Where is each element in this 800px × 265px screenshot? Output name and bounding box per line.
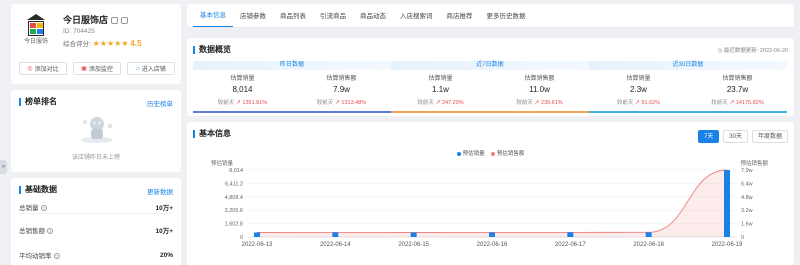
- x-tick-label: 2022-06-19: [712, 242, 743, 248]
- shop-rating: 综合评分: ★★★★★ 4.5: [63, 39, 142, 48]
- left-panel: 今日服饰 今日服饰店 ID: 704425 综合评分: ★★★★★ 4.5 ◎ 添…: [11, 4, 181, 265]
- shop-logo: 今日服饰: [21, 14, 51, 48]
- rating-value: 4.5: [130, 39, 142, 48]
- overview-title: 数据概览: [193, 44, 231, 55]
- amount-line: [256, 169, 728, 233]
- sales-bar: [567, 232, 574, 237]
- main-tabs: 基本信息 店铺参数 商品列表 引流商品 商品动态 入店搜索词 商店推荐 更多历史…: [187, 4, 794, 28]
- last-update-text: ◷ 最近数据更新: 2022-06-20: [717, 47, 788, 54]
- y2-tick-label: 6.4w: [741, 181, 753, 187]
- enter-store-button[interactable]: ⌂ 进入店铺: [127, 62, 175, 75]
- sales-bar: [332, 232, 339, 237]
- sales-chart: 0 0 1,602.8 1.6w 3,205.6 3.2w 4,808.4 4.8w 6,411…: [225, 168, 753, 248]
- y-tick-label: 6,411.2: [225, 181, 243, 187]
- trend-up-icon: ↗: [334, 100, 340, 106]
- sales-bar: [645, 232, 652, 237]
- metric-sales: 估算销量 2.3w 较前天 ↗ 51.62%: [616, 76, 661, 106]
- y-tick-label: 8,014: [229, 168, 243, 174]
- shop-logo-text: 今日服饰: [23, 39, 48, 45]
- period-underline: [589, 111, 787, 113]
- sales-bar: [254, 232, 260, 237]
- help-icon[interactable]: ?: [40, 204, 47, 211]
- x-tick-label: 2022-06-17: [555, 242, 586, 248]
- x-tick-label: 2022-06-18: [633, 242, 664, 248]
- metric-amount: 估算销售额 11.0w 较前天 ↗ 239.61%: [516, 76, 563, 106]
- tab-history-data[interactable]: 更多历史数据: [480, 10, 533, 27]
- period-30days: 近30日数据 估算销量 2.3w 较前天 ↗ 51.62% 估算销售额 23.7…: [589, 61, 787, 113]
- shop-name: 今日服饰店: [63, 13, 129, 26]
- x-tick-label: 2022-06-16: [477, 242, 508, 248]
- metric-amount: 估算销售额 23.7w 较前天 ↗ 14175.82%: [711, 76, 764, 106]
- tab-search-keywords[interactable]: 入店搜索词: [393, 10, 440, 27]
- shop-id: ID: 704425: [63, 28, 95, 35]
- sales-bar: [410, 232, 417, 237]
- metric-sales: 估算销量 8,014 较前天 ↗ 1351.81%: [217, 76, 268, 106]
- store-icon: ⌂: [136, 65, 140, 72]
- trend-up-icon: ↗: [235, 100, 241, 106]
- main-panel: 基本信息 店铺参数 商品列表 引流商品 商品动态 入店搜索词 商店推荐 更多历史…: [187, 4, 794, 265]
- y2-tick-label: 3.2w: [741, 208, 753, 214]
- x-tick-label: 2022-06-15: [398, 242, 429, 248]
- copy-icon[interactable]: [111, 17, 119, 25]
- empty-state-icon: [81, 117, 113, 143]
- house-icon: [27, 14, 45, 36]
- period-yesterday: 昨日数据 估算销量 8,014 较前天 ↗ 1351.81% 估算销售额 7.9…: [193, 61, 391, 113]
- shop-card: 今日服饰 今日服饰店 ID: 704425 综合评分: ★★★★★ 4.5 ◎ 添…: [11, 4, 181, 84]
- add-compare-button[interactable]: ◎ 添加对比: [19, 62, 67, 75]
- tab-shop-params[interactable]: 店铺参数: [233, 10, 273, 27]
- x-tick-label: 2022-06-13: [242, 242, 273, 248]
- basic-info-card: 基本信息 7天 30天 年度数据 预估销量 预估销售额 预估销量 预估销售额 0…: [187, 122, 794, 265]
- update-data-link[interactable]: 更新数据: [147, 186, 173, 196]
- y-tick-label: 1,602.8: [225, 222, 243, 228]
- data-overview-card: 数据概览 ◷ 最近数据更新: 2022-06-20 昨日数据 估算销量 8,01…: [187, 38, 794, 116]
- tab-basic-info[interactable]: 基本信息: [193, 9, 233, 27]
- base-data-card: 基础数据 更新数据 总销量? 10万+ 总销售额? 10万+ 平均动销率? 20…: [11, 178, 181, 265]
- trend-up-icon: ↗: [634, 100, 640, 106]
- overview-periods: 昨日数据 估算销量 8,014 较前天 ↗ 1351.81% 估算销售额 7.9…: [193, 61, 788, 113]
- trend-up-icon: ↗: [435, 100, 441, 106]
- tab-product-activity[interactable]: 商品动态: [353, 10, 393, 27]
- period-underline: [193, 111, 391, 113]
- metric-amount: 估算销售额 7.9w 较前天 ↗ 1313.48%: [316, 76, 367, 106]
- shop-actions: ◎ 添加对比 ▣ 添加监控 ⌂ 进入店铺: [19, 62, 175, 75]
- tab-traffic-products[interactable]: 引流商品: [313, 10, 353, 27]
- trend-up-icon: ↗: [729, 100, 735, 106]
- y-tick-label: 4,808.4: [225, 195, 243, 201]
- add-monitor-button[interactable]: ▣ 添加监控: [73, 62, 121, 75]
- period-7days: 近7日数据 估算销量 1.1w 较前天 ↗ 247.29% 估算销售额 11.0…: [391, 61, 589, 113]
- sales-bar: [489, 232, 495, 237]
- period-underline: [391, 111, 589, 113]
- sidebar-expand-toggle[interactable]: »: [0, 160, 7, 174]
- base-row-total-sales: 总销量? 10万+: [19, 200, 173, 214]
- monitor-icon: ▣: [81, 66, 87, 72]
- ranking-empty-text: 该店铺昨日未上榜: [71, 155, 120, 161]
- y2-tick-label: 1.6w: [741, 222, 753, 228]
- target-icon: ◎: [27, 66, 33, 72]
- help-icon[interactable]: ?: [47, 228, 53, 235]
- qrcode-icon[interactable]: [121, 17, 129, 25]
- base-row-sell-through: 平均动销率? 20%: [19, 251, 173, 261]
- y2-tick-label: 7.9w: [741, 168, 753, 174]
- y2-tick-label: 4.8w: [741, 195, 753, 201]
- ranking-card: 榜单排名 历史榜单 该店铺昨日未上榜: [11, 90, 181, 172]
- base-row-total-amount: 总销售额? 10万+: [19, 228, 173, 235]
- sales-bar: [724, 170, 730, 237]
- x-tick-label: 2022-06-14: [320, 242, 351, 248]
- rating-stars: ★★★★★: [92, 39, 129, 48]
- history-ranking-link[interactable]: 历史榜单: [147, 98, 173, 108]
- tab-store-recommend[interactable]: 商店推荐: [440, 10, 480, 27]
- metric-sales: 估算销量 1.1w 较前天 ↗ 247.29%: [417, 76, 464, 106]
- tab-product-list[interactable]: 商品列表: [273, 10, 313, 27]
- y2-tick-label: 0: [741, 235, 744, 241]
- y-tick-label: 0: [240, 235, 243, 241]
- help-icon[interactable]: ?: [53, 253, 60, 260]
- y-tick-label: 3,205.6: [225, 208, 243, 214]
- amount-area: [257, 170, 727, 237]
- trend-up-icon: ↗: [534, 100, 540, 106]
